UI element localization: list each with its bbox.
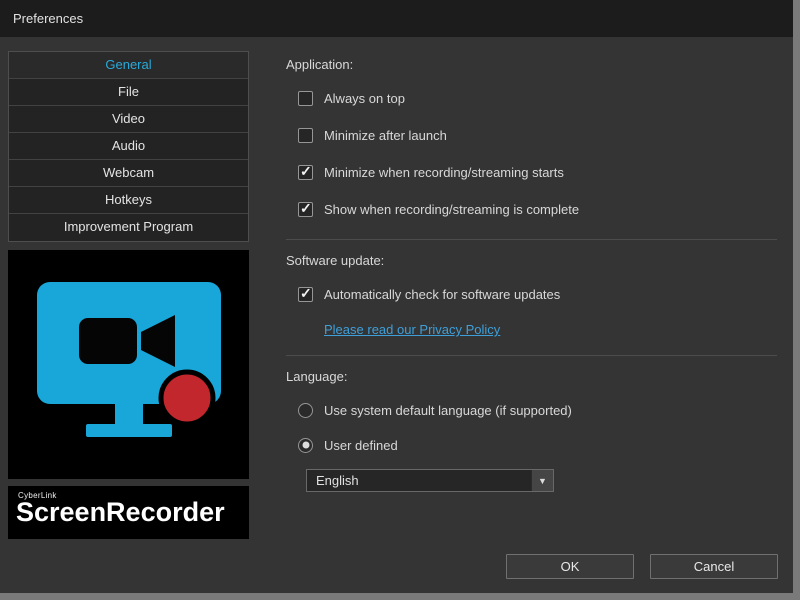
settings-panel: Application: Always on top Minimize afte… xyxy=(264,51,785,539)
checkbox-row-minimize-when-recording[interactable]: Minimize when recording/streaming starts xyxy=(298,161,777,183)
radio-label: Use system default language (if supporte… xyxy=(324,402,572,418)
radio-row-system-default[interactable]: Use system default language (if supporte… xyxy=(298,399,777,421)
dialog-body: General File Video Audio Webcam Hotkeys … xyxy=(0,37,793,539)
sidebar-item-audio[interactable]: Audio xyxy=(9,133,248,160)
checkbox-show-when-complete[interactable] xyxy=(298,200,313,217)
checkbox-label: Minimize when recording/streaming starts xyxy=(324,164,564,180)
radio-user-defined-language[interactable] xyxy=(298,437,313,453)
sidebar-item-hotkeys[interactable]: Hotkeys xyxy=(9,187,248,214)
checkbox-minimize-when-recording[interactable] xyxy=(298,163,313,180)
language-dropdown[interactable]: English ▼ xyxy=(306,469,554,492)
language-dropdown-value: English xyxy=(316,473,359,488)
section-divider xyxy=(286,355,777,356)
titlebar[interactable]: Preferences xyxy=(0,0,793,37)
checkbox-row-show-when-complete[interactable]: Show when recording/streaming is complet… xyxy=(298,198,777,220)
sidebar-item-file[interactable]: File xyxy=(9,79,248,106)
sidebar-item-improvement-program[interactable]: Improvement Program xyxy=(9,214,248,241)
checkbox-always-on-top[interactable] xyxy=(298,90,313,106)
category-list: General File Video Audio Webcam Hotkeys … xyxy=(8,51,249,242)
sidebar-item-video[interactable]: Video xyxy=(9,106,248,133)
section-divider xyxy=(286,239,777,240)
checkbox-row-auto-check-updates[interactable]: Automatically check for software updates xyxy=(298,283,777,305)
application-heading: Application: xyxy=(286,57,354,72)
language-heading: Language: xyxy=(286,369,348,384)
checkbox-label: Always on top xyxy=(324,90,405,106)
checkbox-row-minimize-after-launch[interactable]: Minimize after launch xyxy=(298,124,777,146)
radio-system-default-language[interactable] xyxy=(298,402,313,418)
product-logo xyxy=(8,250,249,479)
ok-button[interactable]: OK xyxy=(506,553,634,579)
window-title: Preferences xyxy=(13,11,84,26)
checkbox-label: Show when recording/streaming is complet… xyxy=(324,201,580,217)
checkbox-row-always-on-top[interactable]: Always on top xyxy=(298,87,777,109)
radio-label: User defined xyxy=(324,437,398,453)
screenrecorder-monitor-icon xyxy=(36,282,221,438)
checkbox-minimize-after-launch[interactable] xyxy=(298,127,313,143)
chevron-down-icon[interactable]: ▼ xyxy=(531,470,553,491)
sidebar-item-webcam[interactable]: Webcam xyxy=(9,160,248,187)
checkbox-label: Automatically check for software updates xyxy=(324,286,561,302)
checkbox-label: Minimize after launch xyxy=(324,127,447,143)
preferences-window: Preferences General File Video Audio Web… xyxy=(0,0,793,593)
left-column: General File Video Audio Webcam Hotkeys … xyxy=(8,51,249,539)
radio-row-user-defined[interactable]: User defined xyxy=(298,434,777,456)
product-name: ScreenRecorder xyxy=(16,496,225,527)
record-dot-icon xyxy=(158,369,215,427)
checkbox-auto-check-updates[interactable] xyxy=(298,285,313,302)
software-update-heading: Software update: xyxy=(286,253,385,268)
privacy-policy-link[interactable]: Please read our Privacy Policy xyxy=(324,322,500,337)
dialog-footer: OK Cancel xyxy=(0,539,793,593)
sidebar-item-general[interactable]: General xyxy=(9,52,248,79)
brand-logo: CyberLink ScreenRecorder xyxy=(8,485,249,539)
cancel-button[interactable]: Cancel xyxy=(650,553,778,579)
